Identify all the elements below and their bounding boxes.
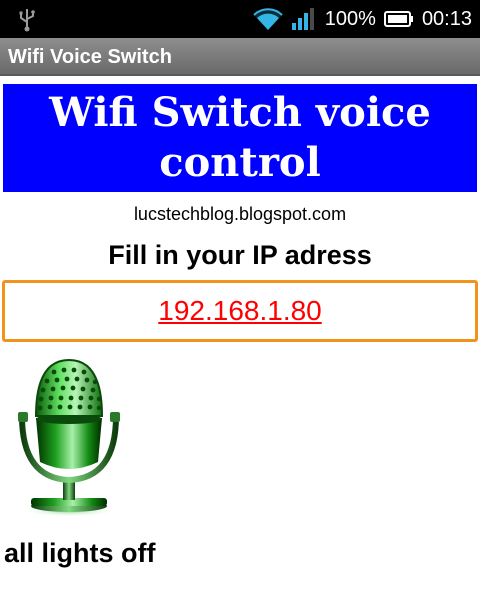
- battery-percent: 100%: [324, 8, 376, 30]
- ip-address-input[interactable]: [2, 280, 478, 342]
- battery-icon: [383, 11, 413, 27]
- wifi-icon: [253, 8, 283, 30]
- banner: Wifi Switch voice control: [3, 84, 477, 192]
- status-bar: 100% 00:13: [0, 0, 480, 38]
- app-bar: Wifi Voice Switch: [0, 38, 480, 76]
- banner-line-1: Wifi Switch voice: [49, 89, 431, 136]
- banner-line-2: control: [159, 139, 321, 186]
- signal-icon: [291, 8, 314, 30]
- usb-icon: [19, 9, 35, 32]
- clock: 00:13: [421, 8, 472, 30]
- microphone-icon[interactable]: [14, 356, 124, 518]
- app-title: Wifi Voice Switch: [8, 46, 172, 68]
- blog-url: lucstechblog.blogspot.com: [133, 204, 347, 224]
- ip-label: Fill in your IP adress: [108, 240, 372, 270]
- lights-status-text: all lights off: [4, 538, 156, 568]
